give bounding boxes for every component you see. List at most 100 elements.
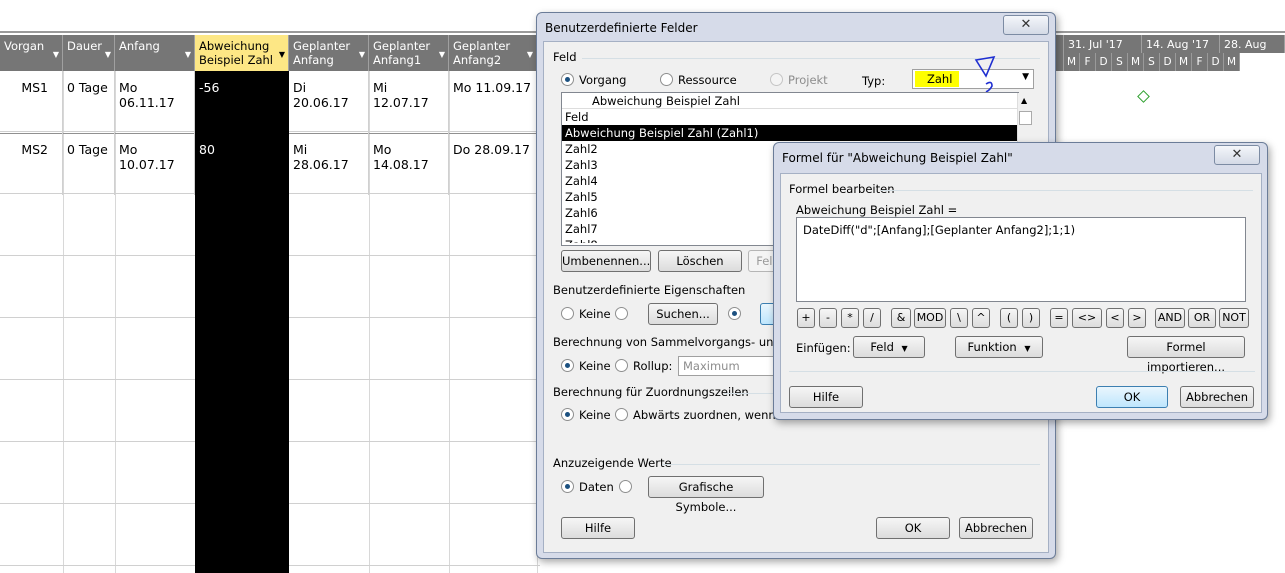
table-cell[interactable]: Mo 10.07.17: [115, 133, 195, 195]
column-header-vorgang[interactable]: Vorgan ▼: [0, 35, 63, 71]
ok-button[interactable]: OK: [1096, 386, 1168, 408]
timescale-day: M: [1224, 53, 1240, 71]
help-button[interactable]: Hilfe: [789, 386, 863, 408]
table-cell[interactable]: Mo 14.08.17: [369, 133, 449, 195]
insert-function-button[interactable]: Funktion ▼: [955, 336, 1043, 358]
operator-mod-button[interactable]: MOD: [914, 308, 946, 328]
formula-textarea[interactable]: DateDiff("d";[Anfang];[Geplanter Anfang2…: [796, 217, 1246, 302]
milestone-diamond-icon[interactable]: [1137, 90, 1150, 103]
chevron-down-icon: ▼: [1022, 72, 1029, 82]
table-cell[interactable]: 0 Tage: [63, 133, 115, 195]
column-header-abweichung[interactable]: Abweichung Beispiel Zahl ▼: [195, 35, 289, 71]
operator-plus-button[interactable]: +: [797, 308, 815, 328]
operator-notequal-button[interactable]: <>: [1072, 308, 1102, 328]
dialog-body: Formel bearbeiten Abweichung Beispiel Za…: [780, 173, 1262, 413]
scroll-up-icon[interactable]: ▲: [1021, 96, 1027, 105]
operator-not-button[interactable]: NOT: [1219, 308, 1249, 328]
radio-label: Keine: [579, 307, 611, 321]
radio-projekt[interactable]: [770, 73, 783, 86]
radio-props-none[interactable]: [561, 307, 574, 320]
radio-values-symbols[interactable]: [619, 480, 632, 493]
radio-props-formula[interactable]: [728, 307, 741, 320]
delete-button[interactable]: Löschen: [658, 250, 742, 272]
operator-concat-button[interactable]: &: [891, 308, 911, 328]
cancel-button[interactable]: Abbrechen: [959, 517, 1033, 539]
operator-equals-button[interactable]: =: [1050, 308, 1068, 328]
chevron-down-icon: ▼: [438, 50, 445, 59]
column-header-geplanter-anfang1[interactable]: Geplanter Anfang1 ▼: [369, 35, 449, 71]
radio-label: Daten: [579, 480, 614, 494]
radio-label: Projekt: [788, 73, 828, 87]
insert-label: Einfügen:: [796, 341, 851, 355]
rename-button[interactable]: Umbenennen...: [561, 250, 651, 272]
close-icon[interactable]: ✕: [1003, 15, 1049, 35]
table-cell[interactable]: Mi 28.06.17: [289, 133, 369, 195]
chevron-down-icon: ▼: [104, 50, 111, 59]
column-header-label: Anfang: [119, 39, 160, 53]
radio-values-data[interactable]: [561, 480, 574, 493]
insert-field-button[interactable]: Feld ▼: [853, 336, 925, 358]
operator-minus-button[interactable]: -: [819, 308, 837, 328]
table-cell[interactable]: Mi 12.07.17: [369, 71, 449, 133]
operator-less-button[interactable]: <: [1106, 308, 1124, 328]
insert-field-label: Feld: [870, 340, 894, 354]
chevron-down-icon: ▼: [184, 50, 191, 59]
operator-multiply-button[interactable]: *: [841, 308, 859, 328]
radio-ressource[interactable]: [660, 73, 673, 86]
operator-and-button[interactable]: AND: [1155, 308, 1185, 328]
operator-open-paren-button[interactable]: (: [1000, 308, 1018, 328]
group-label-values: Anzuzeigende Werte: [553, 456, 672, 470]
operator-close-paren-button[interactable]: ): [1022, 308, 1040, 328]
group-label-feld: Feld: [553, 50, 577, 64]
radio-props-search[interactable]: [615, 307, 628, 320]
radio-label: Rollup:: [633, 359, 673, 373]
timescale-day: S: [1112, 53, 1128, 71]
list-item[interactable]: Feld: [562, 109, 1018, 125]
operator-backslash-button[interactable]: \: [950, 308, 968, 328]
scroll-thumb[interactable]: [1019, 111, 1032, 125]
operator-greater-button[interactable]: >: [1128, 308, 1146, 328]
dialog-title: Formel für "Abweichung Beispiel Zahl": [782, 151, 1013, 165]
list-item-selected[interactable]: Abweichung Beispiel Zahl (Zahl1): [562, 125, 1018, 141]
column-header-dauer[interactable]: Dauer ▼: [63, 35, 115, 71]
column-header-label: Vorgan: [4, 39, 45, 53]
close-icon[interactable]: ✕: [1214, 145, 1260, 165]
table-cell[interactable]: 0 Tage: [63, 71, 115, 133]
radio-vorgang[interactable]: [561, 73, 574, 86]
radio-label: Keine: [579, 359, 611, 373]
table-cell[interactable]: 80: [195, 133, 289, 195]
table-cell[interactable]: Mo 11.09.17: [449, 71, 537, 133]
group-label-props: Benutzerdefinierte Eigenschaften: [553, 283, 746, 297]
column-header-label: Geplanter Anfang: [293, 39, 351, 67]
table-cell[interactable]: Di 20.06.17: [289, 71, 369, 133]
column-header-geplanter-anfang[interactable]: Geplanter Anfang ▼: [289, 35, 369, 71]
help-button[interactable]: Hilfe: [561, 517, 635, 539]
column-header-label: Geplanter Anfang2: [453, 39, 511, 67]
chevron-down-icon: ▼: [52, 50, 59, 59]
timescale-day: D: [1160, 53, 1176, 71]
table-cell[interactable]: -56: [195, 71, 289, 133]
rollup-select[interactable]: Maximum: [678, 356, 778, 376]
radio-assign-none[interactable]: [561, 408, 574, 421]
column-header-geplanter-anfang2[interactable]: Geplanter Anfang2 ▼: [449, 35, 537, 71]
table-cell[interactable]: MS2: [0, 133, 63, 195]
column-header-anfang[interactable]: Anfang ▼: [115, 35, 195, 71]
radio-calc-none[interactable]: [561, 359, 574, 372]
search-button[interactable]: Suchen...: [648, 303, 718, 325]
operator-power-button[interactable]: ^: [972, 308, 990, 328]
graphic-symbols-button[interactable]: Grafische Symbole...: [648, 476, 764, 514]
table-cell[interactable]: Mo 06.11.17: [115, 71, 195, 133]
radio-assign-down[interactable]: [615, 408, 628, 421]
radio-label: Ressource: [678, 73, 737, 87]
timescale-day: M: [1176, 53, 1192, 71]
operator-divide-button[interactable]: /: [863, 308, 881, 328]
group-divider: [662, 464, 1040, 465]
operator-or-button[interactable]: OR: [1188, 308, 1216, 328]
ok-button[interactable]: OK: [876, 517, 950, 539]
radio-calc-rollup[interactable]: [615, 359, 628, 372]
table-cell[interactable]: Do 28.09.17: [449, 133, 537, 195]
cancel-button[interactable]: Abbrechen: [1180, 386, 1254, 408]
table-cell[interactable]: MS1: [0, 71, 63, 133]
timescale-day: S: [1144, 53, 1160, 71]
import-formula-button[interactable]: Formel importieren...: [1127, 336, 1245, 374]
